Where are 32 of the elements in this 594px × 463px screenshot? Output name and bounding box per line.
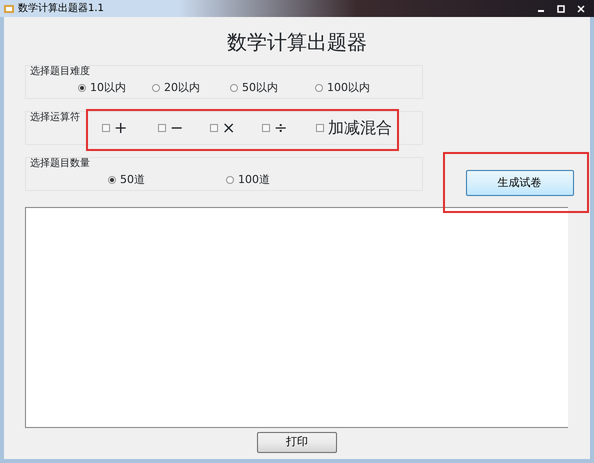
radio-button[interactable] <box>230 84 238 92</box>
option-label[interactable]: 10以内 <box>90 81 126 95</box>
option-label[interactable]: + <box>114 121 128 135</box>
checkbox[interactable] <box>158 124 166 132</box>
radio-button[interactable] <box>315 84 323 92</box>
radio-button[interactable] <box>152 84 160 92</box>
option-label[interactable]: 50道 <box>120 173 145 187</box>
app-heading: 数学计算出题器 <box>227 30 367 54</box>
maximize-icon[interactable] <box>557 4 565 12</box>
radio-button[interactable] <box>108 176 116 184</box>
option-label[interactable]: ÷ <box>274 121 288 135</box>
group-label: 选择题目难度 <box>30 66 90 77</box>
group-label: 选择题目数量 <box>30 158 90 169</box>
generate-button[interactable]: 生成试卷 <box>466 170 574 196</box>
checkbox[interactable] <box>210 124 218 132</box>
option-label[interactable]: 20以内 <box>164 81 200 95</box>
option-label[interactable]: 50以内 <box>242 81 278 95</box>
print-button[interactable]: 打印 <box>257 432 337 453</box>
checkbox[interactable] <box>262 124 270 132</box>
option-label[interactable]: 100道 <box>238 173 270 187</box>
window-title: 数学计算出题器1.1 <box>18 2 104 16</box>
app-icon <box>4 4 14 14</box>
checkbox[interactable] <box>316 124 324 132</box>
option-label[interactable]: 100以内 <box>327 81 370 95</box>
option-label[interactable]: − <box>170 121 184 135</box>
radio-button[interactable] <box>78 84 86 92</box>
radio-button[interactable] <box>226 176 234 184</box>
option-label[interactable]: × <box>222 121 236 135</box>
close-icon[interactable] <box>577 4 585 12</box>
group-label: 选择运算符 <box>30 112 80 123</box>
checkbox[interactable] <box>102 124 110 132</box>
option-label[interactable]: 加减混合 <box>328 121 392 135</box>
